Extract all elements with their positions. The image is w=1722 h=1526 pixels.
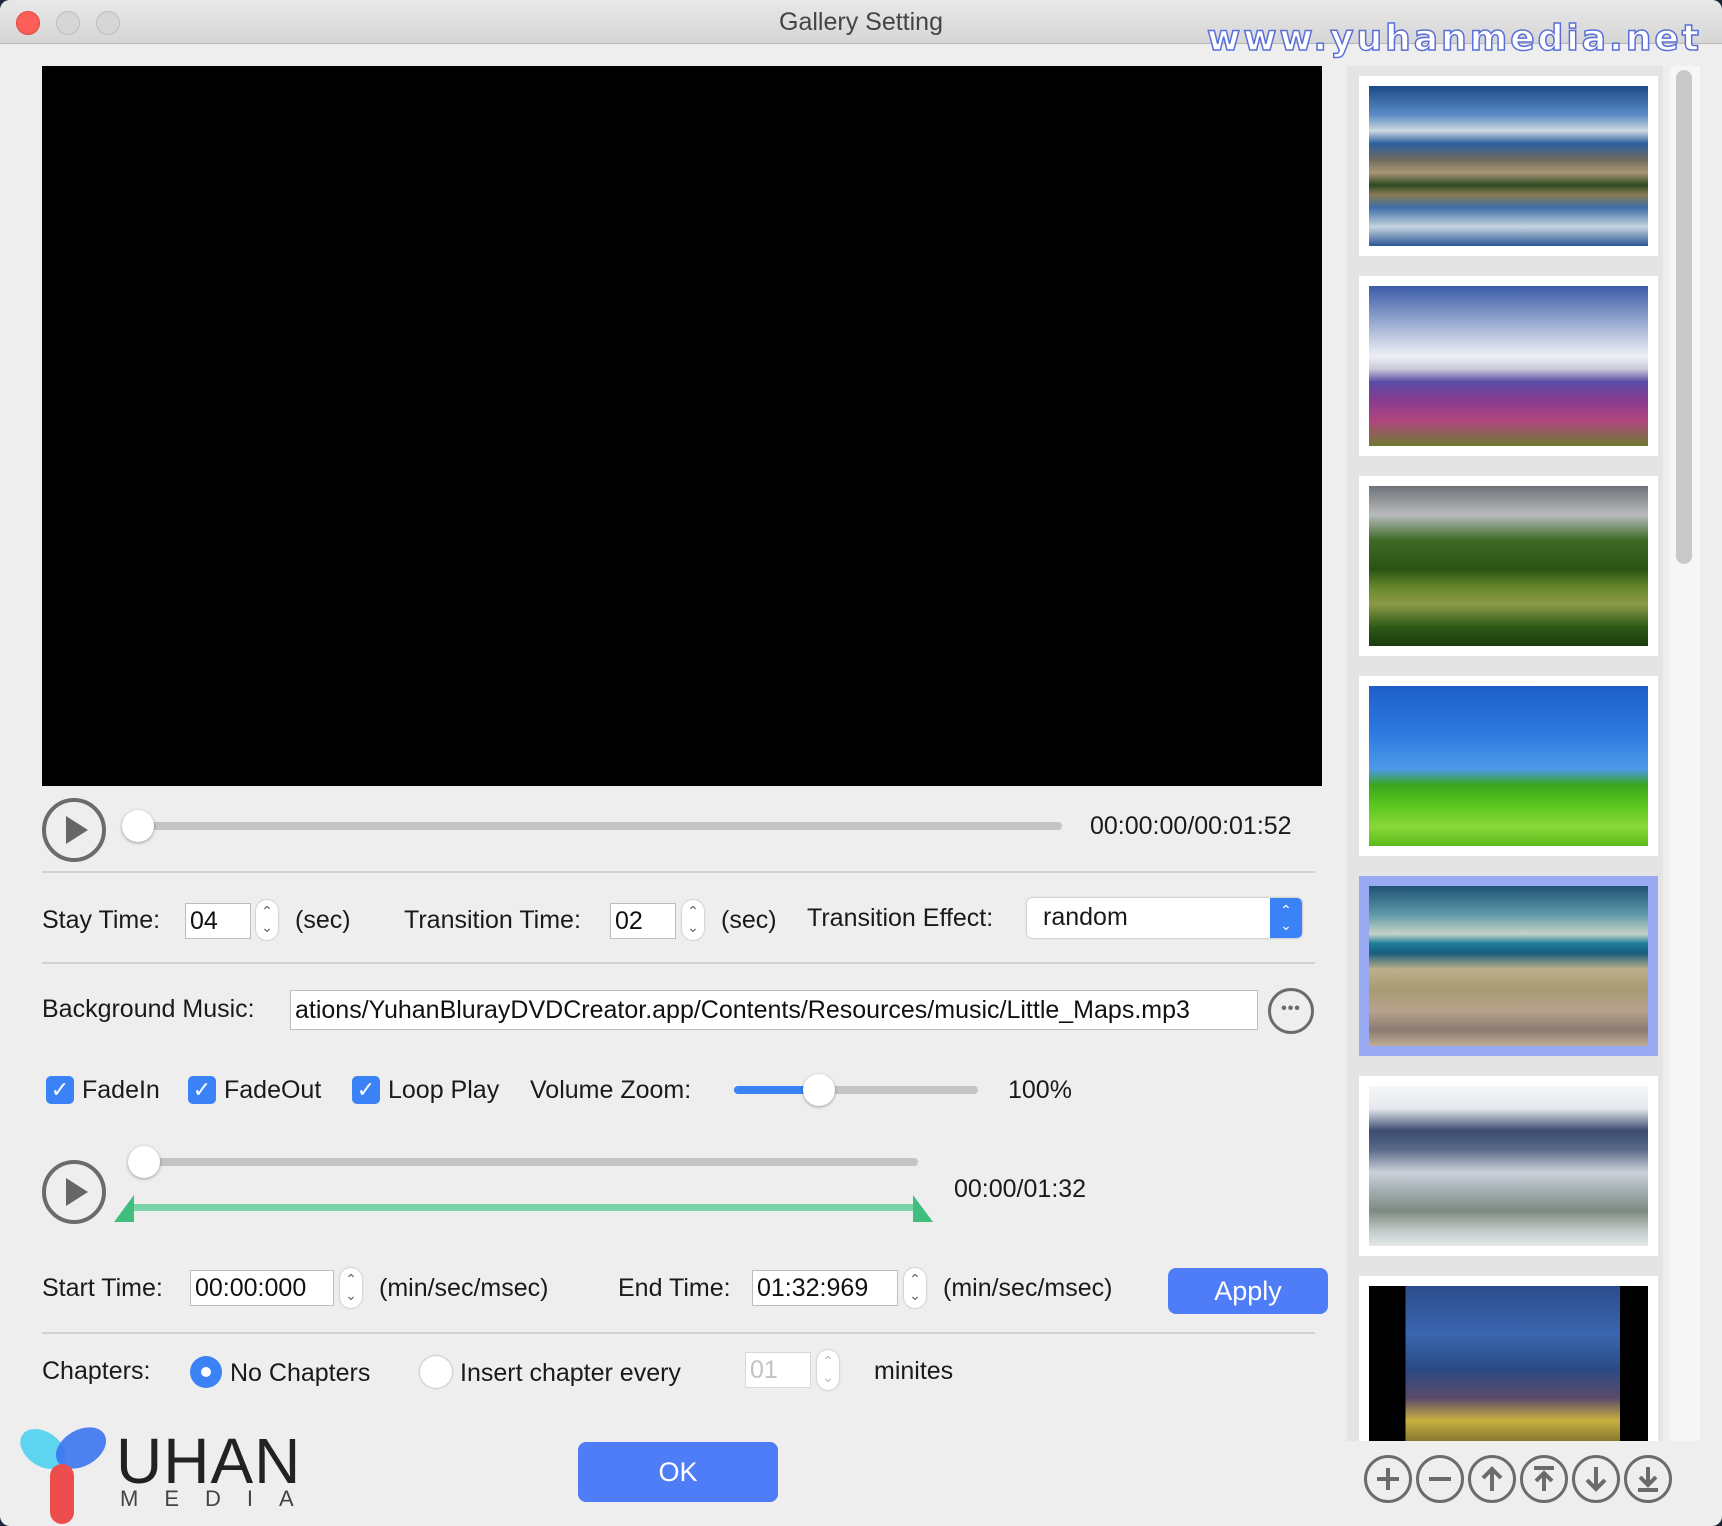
stay-time-input[interactable]: 04: [185, 903, 251, 939]
loop-play-label: Loop Play: [388, 1076, 500, 1104]
background-music-path-input[interactable]: ations/YuhanBlurayDVDCreator.app/Content…: [290, 990, 1258, 1030]
chapter-interval-input[interactable]: 01: [745, 1352, 811, 1388]
move-down-icon: [1585, 1467, 1607, 1492]
gallery-setting-window: Gallery Setting www.yuhanmedia.net 00:00…: [0, 0, 1722, 1526]
insert-chapter-label: Insert chapter every: [460, 1359, 681, 1387]
apply-button[interactable]: Apply: [1168, 1268, 1328, 1314]
move-bottom-button[interactable]: [1624, 1455, 1672, 1503]
trim-end-marker[interactable]: [913, 1195, 933, 1222]
remove-thumbnail-button[interactable]: [1416, 1455, 1464, 1503]
thumbnail-image-windmill-tulips: [1369, 286, 1648, 446]
thumbnail-item[interactable]: [1359, 476, 1658, 656]
logo-petal-red: [50, 1464, 74, 1524]
watermark-text: www.yuhanmedia.net: [1206, 17, 1702, 60]
transition-time-unit: (sec): [721, 906, 777, 934]
chapter-interval-stepper[interactable]: ⌃ ⌄: [817, 1350, 839, 1390]
divider: [42, 1332, 1315, 1334]
transition-effect-select[interactable]: random ⌃ ⌄: [1027, 898, 1302, 938]
start-time-unit: (min/sec/msec): [379, 1274, 549, 1302]
audio-seek-knob[interactable]: [128, 1146, 160, 1178]
stay-time-stepper[interactable]: ⌃ ⌄: [256, 900, 278, 940]
transition-time-input[interactable]: 02: [610, 903, 676, 939]
thumbnail-item[interactable]: [1359, 676, 1658, 856]
end-time-stepper[interactable]: ⌃ ⌄: [904, 1268, 926, 1308]
end-time-input[interactable]: 01:32:969: [752, 1270, 898, 1306]
preview-time-display: 00:00:00/00:01:52: [1090, 812, 1292, 840]
play-icon: [66, 1178, 88, 1206]
start-time-input[interactable]: 00:00:000: [190, 1270, 334, 1306]
fadeout-checkbox[interactable]: ✓: [188, 1076, 216, 1104]
trim-range-line: [134, 1204, 914, 1211]
volume-slider-knob[interactable]: [803, 1074, 836, 1106]
ok-button[interactable]: OK: [578, 1442, 778, 1502]
thumbnail-image-forest-river: [1369, 486, 1648, 646]
no-chapters-label: No Chapters: [230, 1359, 371, 1387]
thumbnail-item[interactable]: [1359, 1076, 1658, 1256]
chapters-label: Chapters:: [42, 1357, 151, 1385]
end-time-label: End Time:: [618, 1274, 731, 1302]
transition-time-label: Transition Time:: [404, 906, 581, 934]
thumbnail-image-night-harbor: [1369, 1286, 1648, 1441]
thumbnail-list[interactable]: [1347, 66, 1663, 1441]
move-up-button[interactable]: [1468, 1455, 1516, 1503]
transition-time-stepper[interactable]: ⌃ ⌄: [682, 900, 704, 940]
fadein-checkbox[interactable]: ✓: [46, 1076, 74, 1104]
add-thumbnail-button[interactable]: [1364, 1455, 1412, 1503]
thumbnail-item[interactable]: [1359, 1276, 1658, 1441]
stay-time-label: Stay Time:: [42, 906, 161, 934]
thumbnail-item[interactable]: [1359, 276, 1658, 456]
chapter-interval-unit: minites: [874, 1357, 954, 1385]
video-preview: [42, 66, 1322, 786]
remove-icon: [1429, 1477, 1451, 1481]
thumbnail-image-green-hill: [1369, 686, 1648, 846]
transition-effect-label: Transition Effect:: [807, 904, 994, 932]
start-time-stepper[interactable]: ⌃ ⌄: [340, 1268, 362, 1308]
insert-chapter-radio[interactable]: [420, 1356, 452, 1388]
audio-play-button[interactable]: [42, 1160, 106, 1224]
thumbnail-item-selected[interactable]: [1359, 876, 1658, 1056]
logo-subtext: MEDIA: [120, 1486, 320, 1511]
move-top-button[interactable]: [1520, 1455, 1568, 1503]
yuhan-media-logo: UHAN MEDIA: [12, 1418, 314, 1524]
divider: [42, 871, 1315, 873]
preview-seek-track[interactable]: [124, 822, 1062, 830]
thumbnail-image-mountain-lake: [1369, 86, 1648, 246]
preview-play-button[interactable]: [42, 798, 106, 862]
move-top-icon: [1534, 1466, 1554, 1491]
stay-time-unit: (sec): [295, 906, 351, 934]
thumbnail-item[interactable]: [1359, 76, 1658, 256]
thumbnail-image-water-village: [1369, 1086, 1648, 1246]
transition-effect-value: random: [1043, 903, 1128, 931]
play-icon: [66, 816, 88, 844]
audio-seek-track[interactable]: [142, 1158, 918, 1166]
move-bottom-icon: [1638, 1467, 1658, 1492]
fadeout-label: FadeOut: [224, 1076, 322, 1104]
thumbnail-image-beach-pier: [1369, 886, 1648, 1046]
start-time-label: Start Time:: [42, 1274, 163, 1302]
loop-play-checkbox[interactable]: ✓: [352, 1076, 380, 1104]
more-icon: •••: [1281, 1000, 1301, 1017]
volume-value: 100%: [1008, 1076, 1072, 1104]
trim-start-marker[interactable]: [114, 1195, 134, 1222]
end-time-unit: (min/sec/msec): [943, 1274, 1113, 1302]
thumbnail-scrollbar-thumb[interactable]: [1676, 70, 1692, 564]
move-down-button[interactable]: [1572, 1455, 1620, 1503]
no-chapters-radio[interactable]: [190, 1356, 222, 1388]
divider: [42, 962, 1315, 964]
fadein-label: FadeIn: [82, 1076, 160, 1104]
background-music-label: Background Music:: [42, 995, 255, 1023]
audio-time-display: 00:00/01:32: [954, 1175, 1087, 1203]
preview-seek-knob[interactable]: [122, 810, 154, 842]
volume-zoom-label: Volume Zoom:: [530, 1076, 692, 1104]
browse-music-button[interactable]: •••: [1268, 988, 1314, 1034]
updown-chevron-icon: ⌃ ⌄: [1270, 898, 1302, 938]
add-icon: [1377, 1468, 1399, 1490]
move-up-icon: [1481, 1466, 1503, 1491]
